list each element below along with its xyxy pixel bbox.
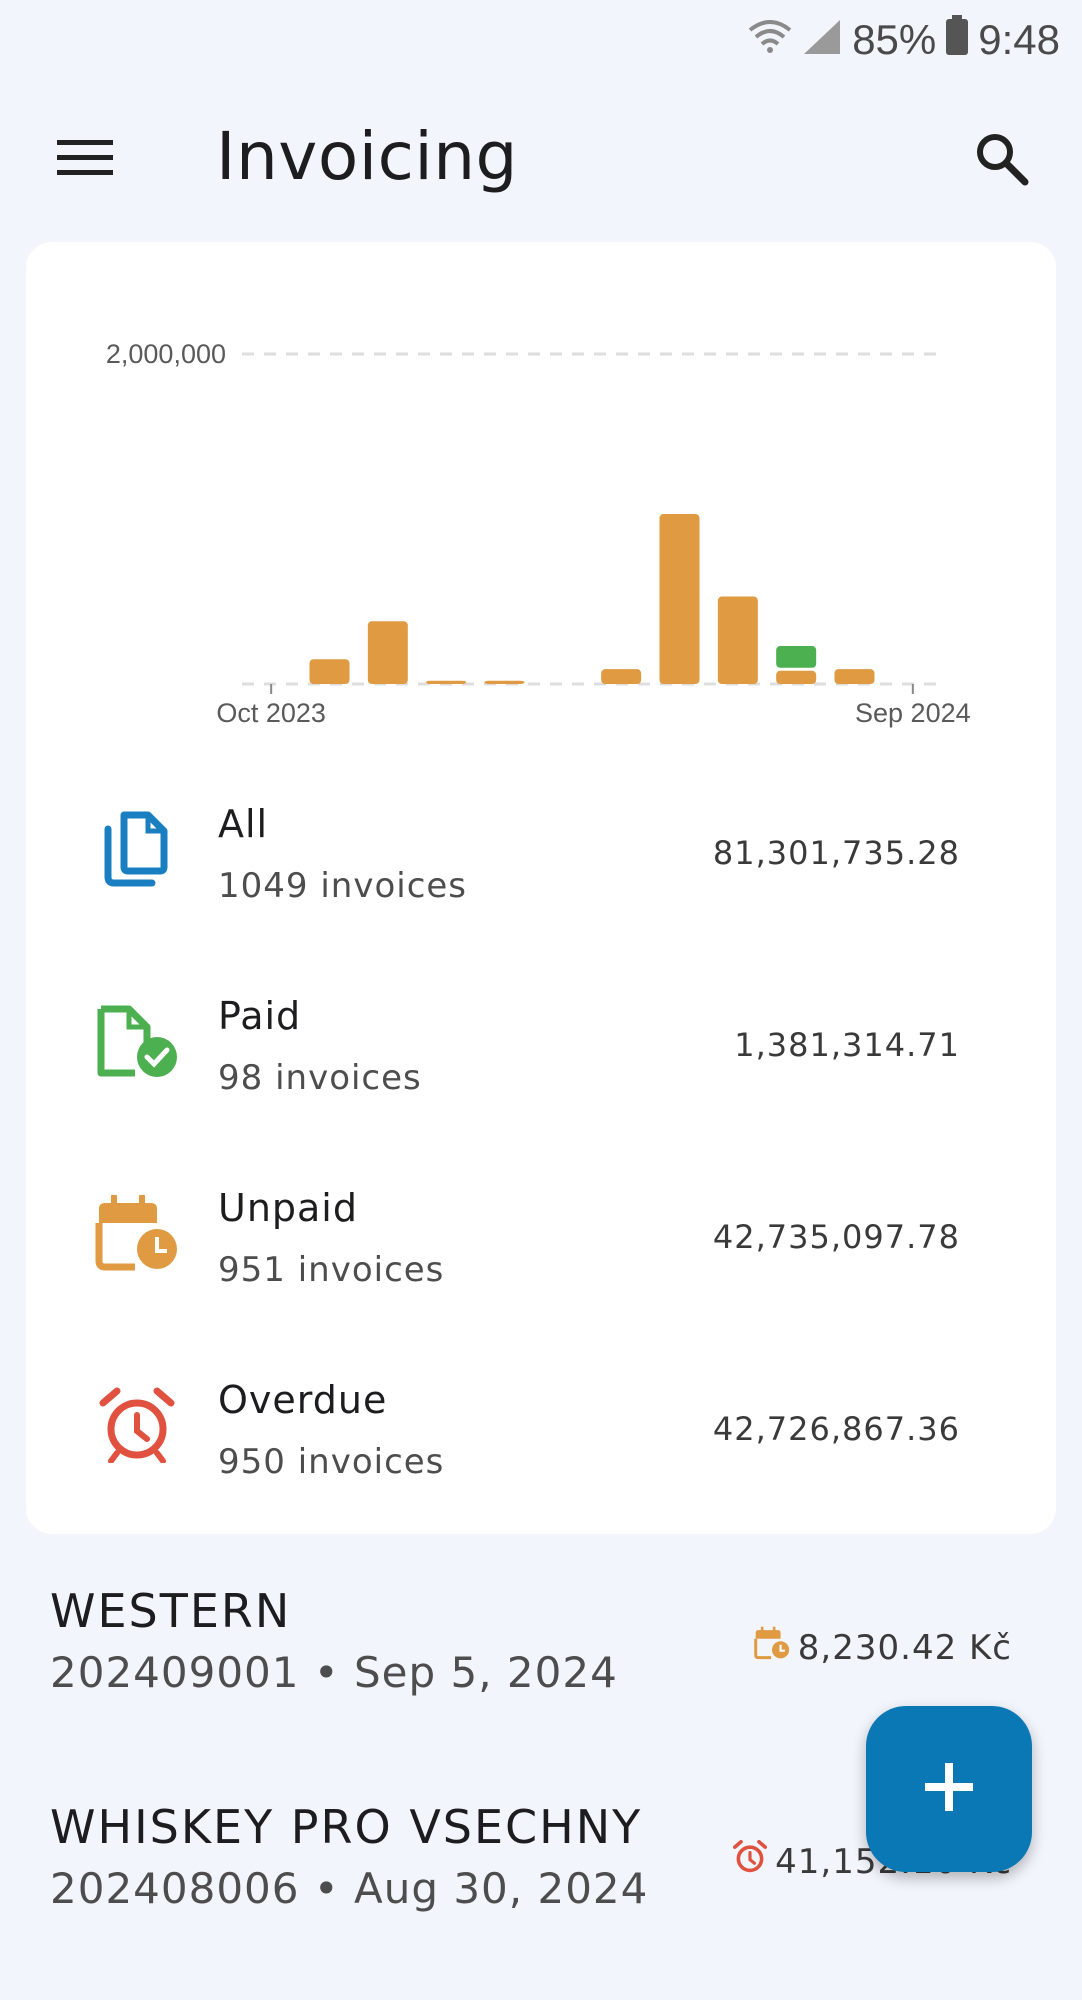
summary-amount: 81,301,735.28 <box>712 834 960 872</box>
invoice-amount: 8,230.42 Kč <box>797 1627 1012 1668</box>
x-tick-label: Sep 2024 <box>855 698 971 728</box>
summary-label: Unpaid <box>218 1186 358 1230</box>
chart-bar <box>717 596 758 684</box>
menu-button[interactable] <box>40 120 130 200</box>
alarm-clock-icon <box>92 1380 182 1470</box>
invoice-chart: 2,000,000 Oct 2023 Sep 2024 <box>26 242 1056 762</box>
invoice-meta: 202408006 • Aug 30, 2024 <box>50 1864 649 1913</box>
x-tick-label: Oct 2023 <box>216 698 326 728</box>
summary-amount: 42,735,097.78 <box>712 1218 960 1256</box>
chart-bar <box>367 621 408 684</box>
calendar-clock-icon <box>754 1626 790 1669</box>
summary-count: 1049 invoices <box>218 866 468 906</box>
app-bar: Invoicing <box>0 100 1082 220</box>
search-icon <box>973 130 1029 190</box>
chart-bar <box>776 670 817 684</box>
invoice-meta: 202409001 • Sep 5, 2024 <box>50 1648 618 1697</box>
chart-bar <box>309 659 350 684</box>
copy-documents-icon <box>92 804 182 894</box>
summary-amount: 1,381,314.71 <box>734 1026 960 1064</box>
alarm-clock-icon <box>733 1840 768 1883</box>
chart-bar <box>834 669 875 684</box>
summary-amount: 42,726,867.36 <box>712 1410 960 1448</box>
clock: 9:48 <box>978 16 1060 63</box>
menu-icon <box>57 138 113 182</box>
summary-label: All <box>218 802 269 846</box>
search-button[interactable] <box>956 120 1046 200</box>
summary-row-paid[interactable]: Paid 98 invoices 1,381,314.71 <box>26 954 1056 1144</box>
summary-label: Paid <box>218 994 302 1038</box>
chart-bar <box>426 680 467 684</box>
chart-bar <box>776 646 817 668</box>
summary-count: 950 invoices <box>218 1442 445 1482</box>
chart-bar <box>659 514 700 684</box>
calendar-clock-icon <box>92 1188 182 1278</box>
summary-label: Overdue <box>218 1378 388 1422</box>
y-tick-label: 2,000,000 <box>106 339 226 369</box>
summary-count: 951 invoices <box>218 1250 445 1290</box>
summary-row-all[interactable]: All 1049 invoices 81,301,735.28 <box>26 762 1056 952</box>
status-bar: 85% 9:48 <box>0 0 1082 80</box>
summary-count: 98 invoices <box>218 1058 422 1098</box>
battery-percent: 85% <box>852 16 937 63</box>
chart-bar <box>484 680 525 684</box>
chart-bar <box>601 669 642 684</box>
battery-icon <box>946 15 969 65</box>
wifi-icon <box>748 16 792 64</box>
invoice-client: WHISKEY PRO VSECHNY <box>50 1800 643 1854</box>
page-title: Invoicing <box>216 118 518 195</box>
invoice-client: WESTERN <box>50 1584 292 1638</box>
summary-card: 2,000,000 Oct 2023 Sep 2024 All 1049 invoi… <box>26 242 1056 1534</box>
summary-row-unpaid[interactable]: Unpaid 951 invoices 42,735,097.78 <box>26 1146 1056 1336</box>
add-invoice-button[interactable] <box>866 1706 1032 1872</box>
signal-icon <box>802 16 842 64</box>
summary-row-overdue[interactable]: Overdue 950 invoices 42,726,867.36 <box>26 1338 1056 1528</box>
invoice-amount-group: 8,230.42 Kč <box>754 1626 1012 1669</box>
document-check-icon <box>92 996 182 1086</box>
chart-svg: 2,000,000 Oct 2023 Sep 2024 <box>106 339 971 728</box>
plus-icon <box>909 1747 989 1831</box>
